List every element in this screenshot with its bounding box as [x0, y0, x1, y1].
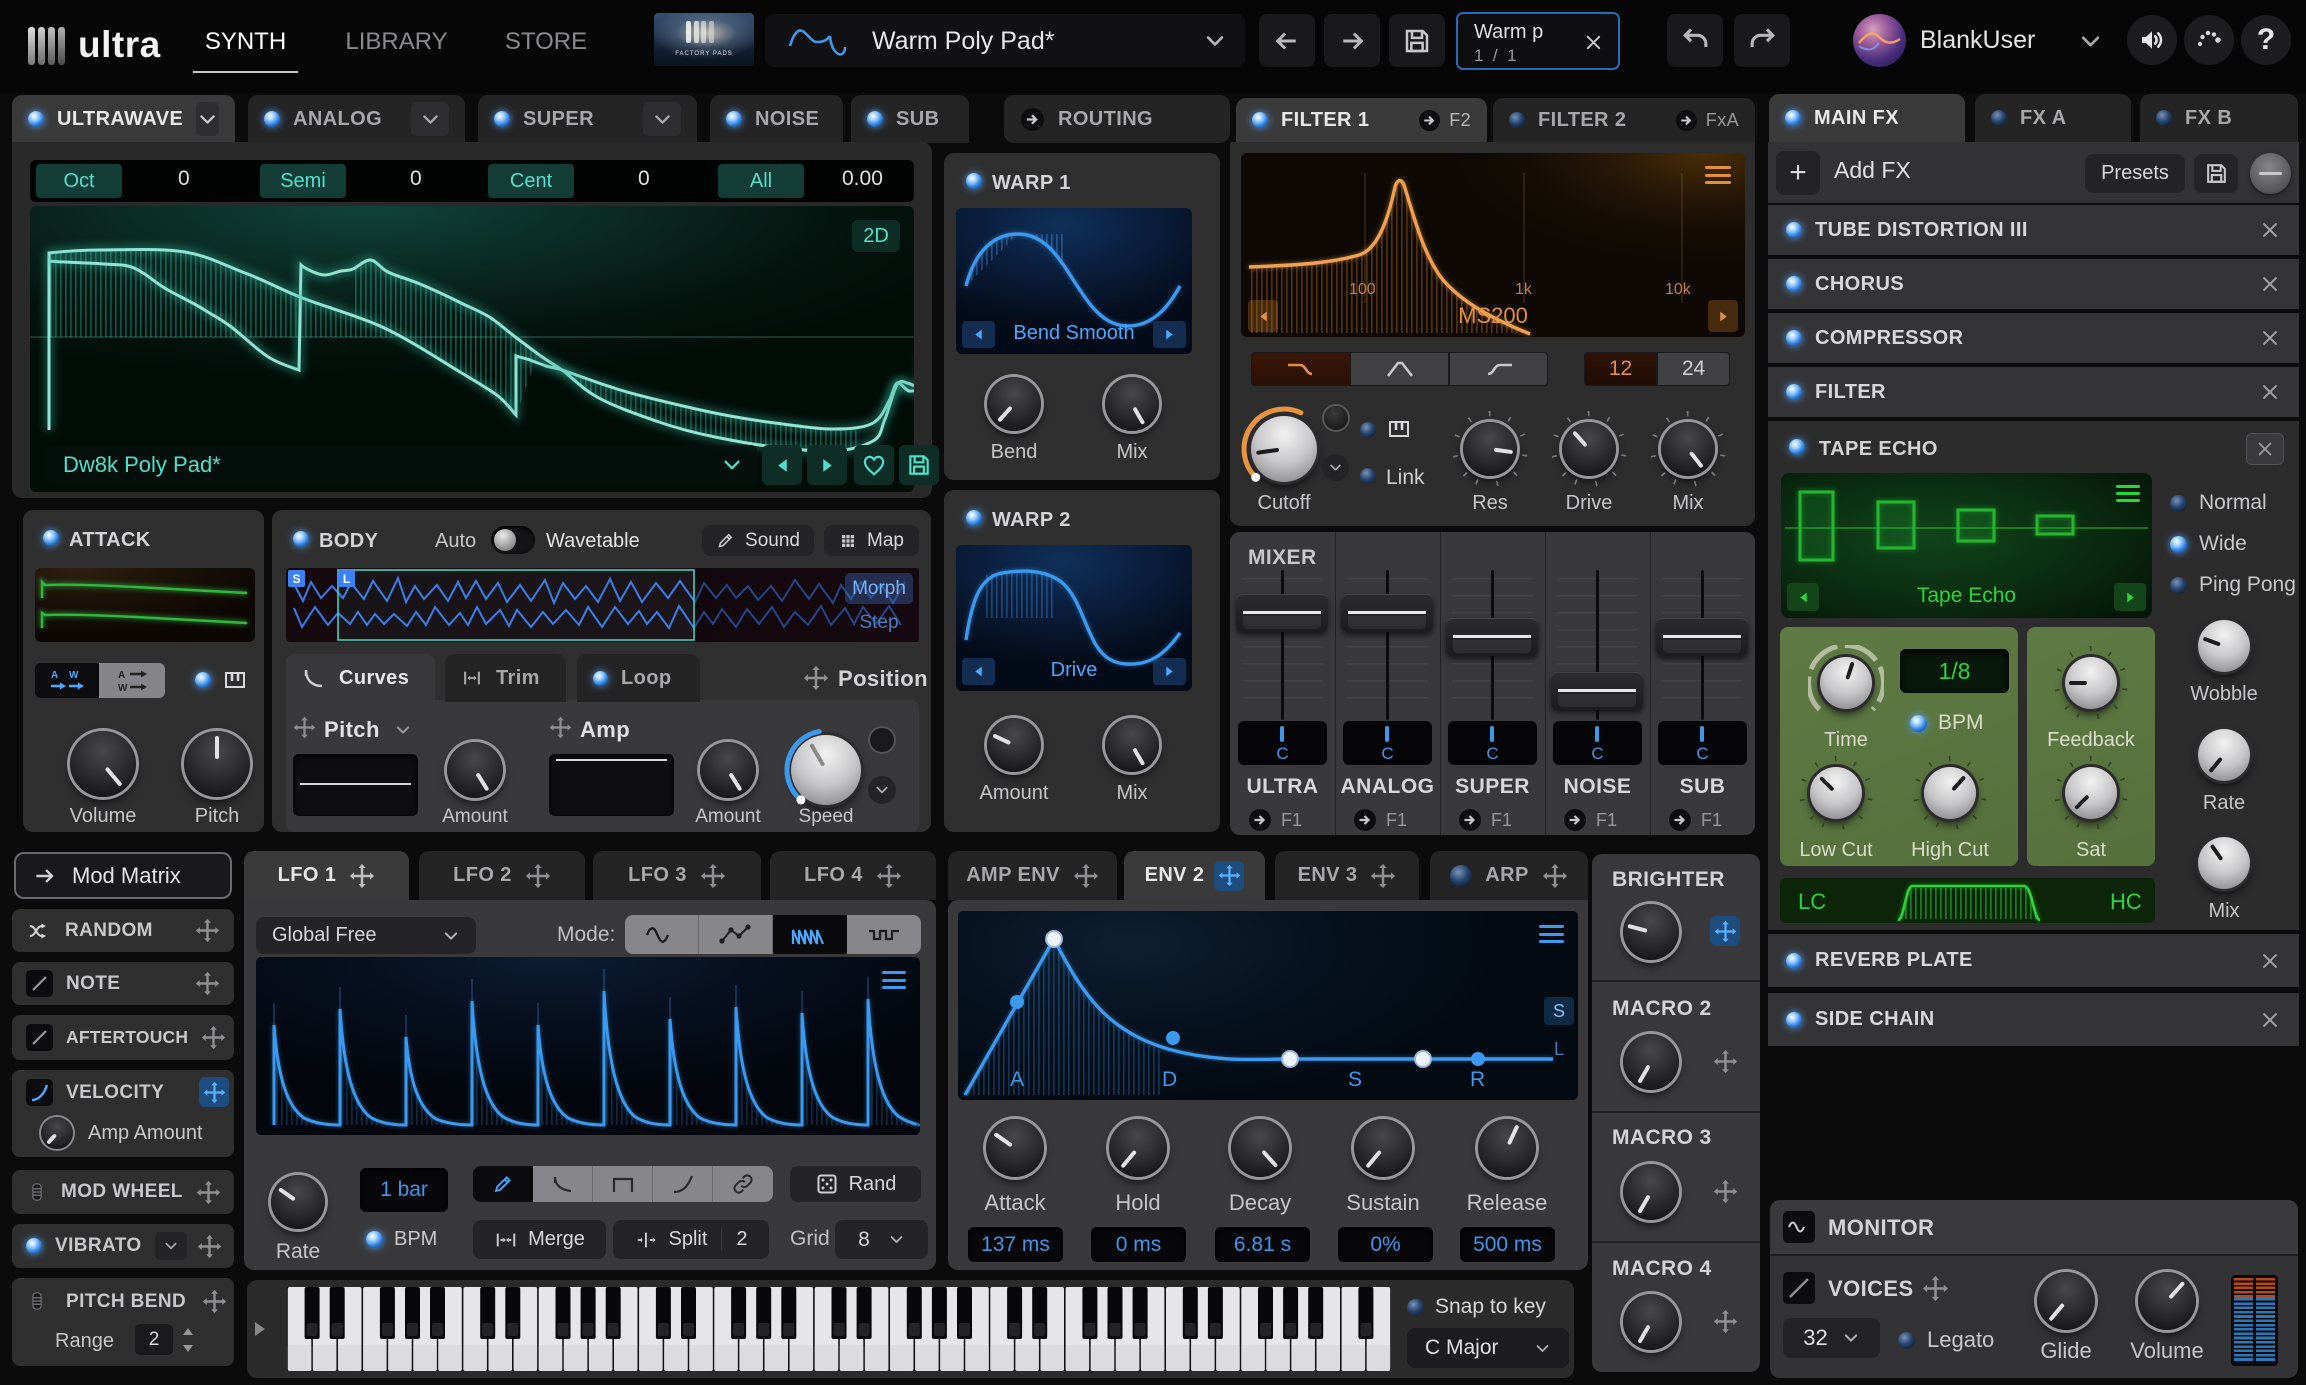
- svg-text:LC: LC: [1798, 889, 1826, 914]
- svg-text:A: A: [51, 670, 58, 681]
- svg-text:1k: 1k: [1515, 281, 1533, 298]
- svg-text:S: S: [1348, 1068, 1362, 1091]
- svg-text:100: 100: [1349, 281, 1376, 298]
- svg-text:W: W: [69, 670, 79, 681]
- svg-text:10k: 10k: [1665, 281, 1692, 298]
- svg-text:R: R: [1470, 1068, 1485, 1091]
- svg-text:W: W: [118, 683, 128, 694]
- svg-text:A: A: [118, 670, 125, 681]
- svg-text:D: D: [1162, 1068, 1177, 1091]
- svg-text:HC: HC: [2110, 889, 2142, 914]
- svg-text:A: A: [1010, 1068, 1024, 1091]
